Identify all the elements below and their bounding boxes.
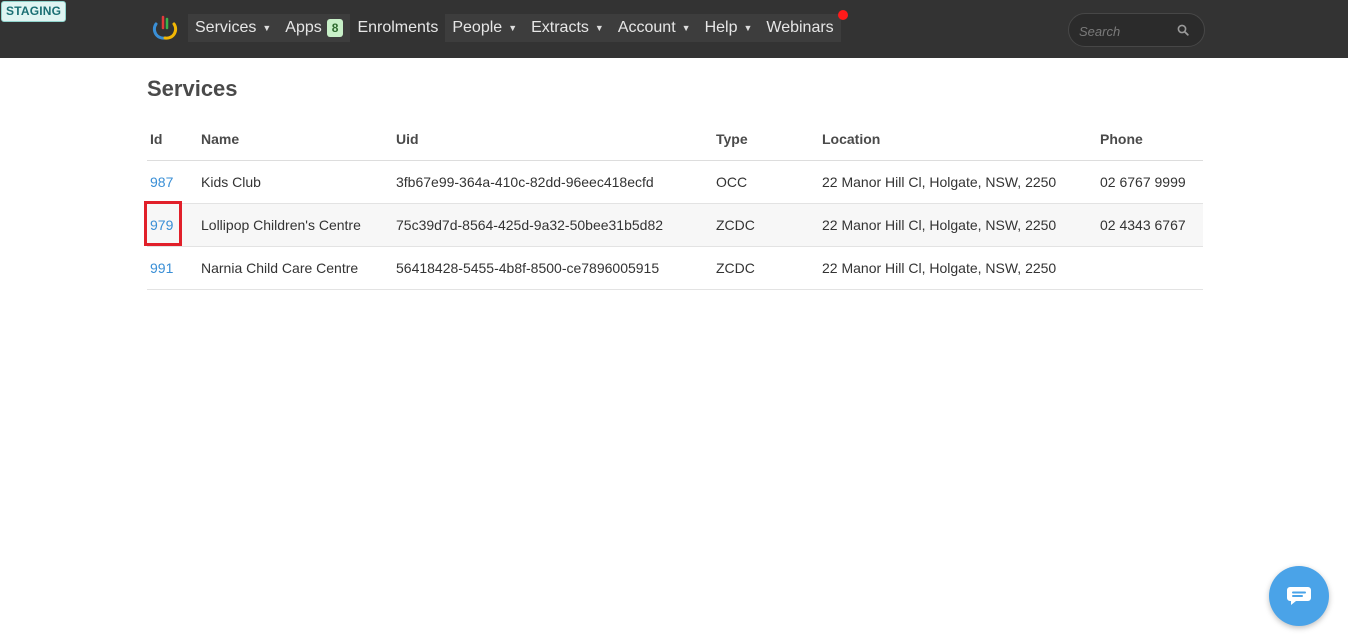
- cell-phone: 02 4343 6767: [1097, 203, 1203, 247]
- column-header-id: Id: [147, 118, 198, 161]
- highlight-annotation: [144, 201, 182, 246]
- nav-extracts[interactable]: Extracts ▼: [524, 14, 611, 42]
- nav-services[interactable]: Services ▼: [188, 14, 279, 42]
- chat-bubble-icon: [1287, 587, 1311, 605]
- caret-down-icon: ▼: [681, 23, 691, 33]
- cell-location: 22 Manor Hill Cl, Holgate, NSW, 2250: [819, 246, 1097, 290]
- cell-id: 991: [147, 246, 198, 290]
- caret-down-icon: ▼: [743, 23, 753, 33]
- caret-down-icon: ▼: [508, 23, 518, 33]
- nav-people-label: People: [452, 19, 503, 36]
- nav-services-label: Services: [195, 19, 257, 36]
- top-navbar: STAGING Services ▼ Apps 8 Enrolments Peo…: [0, 0, 1348, 58]
- services-table: Id Name Uid Type Location Phone 987 Kids…: [147, 118, 1203, 290]
- cell-id: 987: [147, 160, 198, 204]
- cell-name: Kids Club: [198, 160, 393, 204]
- search-button[interactable]: [1168, 18, 1198, 42]
- nav-apps-label: Apps: [285, 19, 322, 36]
- nav-account[interactable]: Account ▼: [610, 14, 698, 42]
- cell-type: OCC: [713, 160, 819, 204]
- cell-uid: 3fb67e99-364a-410c-82dd-96eec418ecfd: [393, 160, 713, 204]
- column-header-name: Name: [198, 118, 393, 161]
- chat-button[interactable]: [1269, 566, 1329, 626]
- brand-logo-icon[interactable]: [152, 14, 178, 40]
- table-row: 987 Kids Club 3fb67e99-364a-410c-82dd-96…: [147, 160, 1203, 204]
- caret-down-icon: ▼: [594, 23, 604, 33]
- cell-location: 22 Manor Hill Cl, Holgate, NSW, 2250: [819, 203, 1097, 247]
- cell-location: 22 Manor Hill Cl, Holgate, NSW, 2250: [819, 160, 1097, 204]
- column-header-uid: Uid: [393, 118, 713, 161]
- column-header-type: Type: [713, 118, 819, 161]
- nav-enrolments[interactable]: Enrolments: [350, 14, 445, 42]
- caret-down-icon: ▼: [262, 23, 272, 33]
- page-title: Services: [147, 76, 238, 101]
- nav-webinars[interactable]: Webinars: [759, 14, 841, 42]
- nav-account-label: Account: [617, 19, 676, 36]
- nav-webinars-label: Webinars: [766, 19, 834, 36]
- cell-name: Lollipop Children's Centre: [198, 203, 393, 247]
- main-nav: Services ▼ Apps 8 Enrolments People ▼ Ex…: [188, 14, 841, 42]
- table-row: 979 Lollipop Children's Centre 75c39d7d-…: [147, 203, 1203, 247]
- nav-enrolments-label: Enrolments: [357, 19, 439, 36]
- cell-uid: 56418428-5455-4b8f-8500-ce7896005915: [393, 246, 713, 290]
- cell-phone: [1097, 246, 1203, 290]
- search-input[interactable]: [1079, 21, 1169, 41]
- nav-apps[interactable]: Apps 8: [278, 14, 351, 42]
- notification-dot: [838, 10, 848, 20]
- nav-extracts-label: Extracts: [531, 19, 589, 36]
- nav-people[interactable]: People ▼: [445, 14, 525, 42]
- nav-help-label: Help: [704, 19, 738, 36]
- staging-badge: STAGING: [1, 1, 67, 22]
- column-header-phone: Phone: [1097, 118, 1203, 161]
- service-id-link[interactable]: 991: [150, 260, 173, 276]
- cell-type: ZCDC: [713, 203, 819, 247]
- cell-name: Narnia Child Care Centre: [198, 246, 393, 290]
- service-id-link[interactable]: 987: [150, 174, 173, 190]
- search-box: [1068, 13, 1205, 47]
- table-row: 991 Narnia Child Care Centre 56418428-54…: [147, 246, 1203, 290]
- apps-count-badge: 8: [326, 19, 344, 37]
- column-header-location: Location: [819, 118, 1097, 161]
- table-header-row: Id Name Uid Type Location Phone: [147, 118, 1203, 161]
- search-icon: [1177, 24, 1189, 36]
- cell-type: ZCDC: [713, 246, 819, 290]
- nav-help[interactable]: Help ▼: [697, 14, 760, 42]
- cell-phone: 02 6767 9999: [1097, 160, 1203, 204]
- cell-uid: 75c39d7d-8564-425d-9a32-50bee31b5d82: [393, 203, 713, 247]
